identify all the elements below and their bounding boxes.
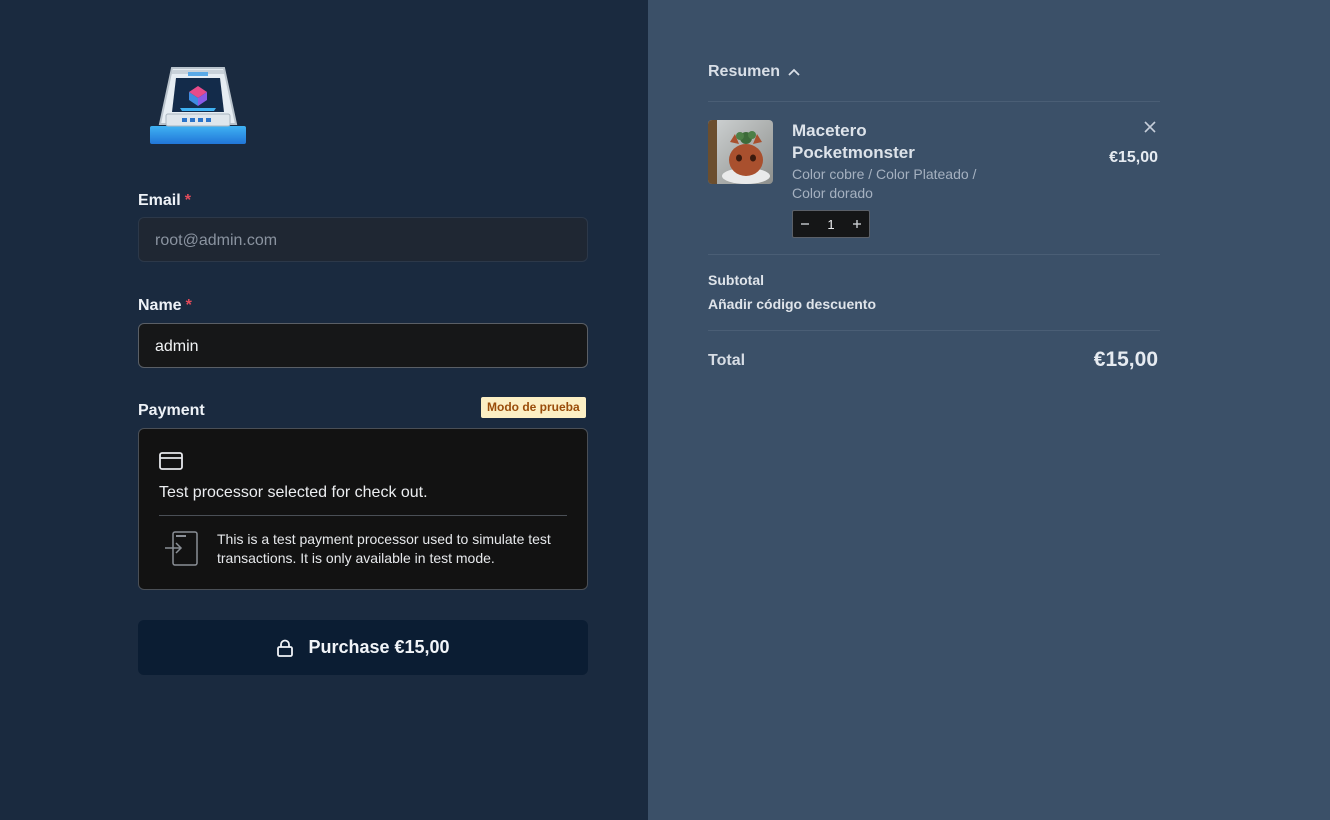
summary-toggle-label: Resumen <box>708 63 781 80</box>
product-name[interactable]: Macetero Pocketmonster <box>792 120 972 164</box>
lock-icon <box>277 639 294 657</box>
name-label: Name * <box>138 297 192 314</box>
summary-toggle[interactable]: Resumen <box>708 63 800 81</box>
summary-divider <box>708 101 1160 102</box>
product-variant: Color cobre / Color Plateado / Color dor… <box>792 166 977 201</box>
payment-divider <box>159 515 567 516</box>
product-thumbnail <box>708 120 773 184</box>
purchase-button[interactable]: Purchase €15,00 <box>138 620 588 675</box>
minus-icon[interactable] <box>799 218 811 230</box>
discount-code-link[interactable]: Añadir código descuento <box>708 296 876 312</box>
test-mode-badge: Modo de prueba <box>481 397 586 418</box>
total-value: €15,00 <box>1093 348 1158 371</box>
name-field[interactable]: admin <box>138 323 588 368</box>
processor-description: This is a test payment processor used to… <box>217 531 551 566</box>
checkout-form-pane: Email * root@admin.com Name * admin Paymen… <box>0 0 648 820</box>
payment-label: Payment <box>138 402 205 419</box>
redirect-icon <box>165 531 198 566</box>
chevron-up-icon <box>788 68 800 76</box>
required-mark: * <box>184 192 191 209</box>
purchase-label: Purchase €15,00 <box>308 637 450 657</box>
quantity-stepper[interactable]: 1 <box>792 210 870 238</box>
quantity-value[interactable]: 1 <box>827 217 834 232</box>
summary-divider <box>708 330 1160 331</box>
subtotal-label: Subtotal <box>708 272 764 288</box>
payment-method-box[interactable]: Test processor selected for check out. T… <box>138 428 588 590</box>
required-mark: * <box>185 297 192 314</box>
processor-title: Test processor selected for check out. <box>159 484 428 501</box>
product-price: €15,00 <box>1109 149 1158 166</box>
printer-3d-logo-icon <box>150 67 246 144</box>
total-label: Total <box>708 352 746 369</box>
plus-icon[interactable] <box>851 218 863 230</box>
email-field[interactable]: root@admin.com <box>138 217 588 262</box>
close-icon[interactable] <box>1143 120 1157 134</box>
summary-divider <box>708 254 1160 255</box>
email-label: Email * <box>138 192 191 209</box>
credit-card-icon <box>159 452 183 470</box>
